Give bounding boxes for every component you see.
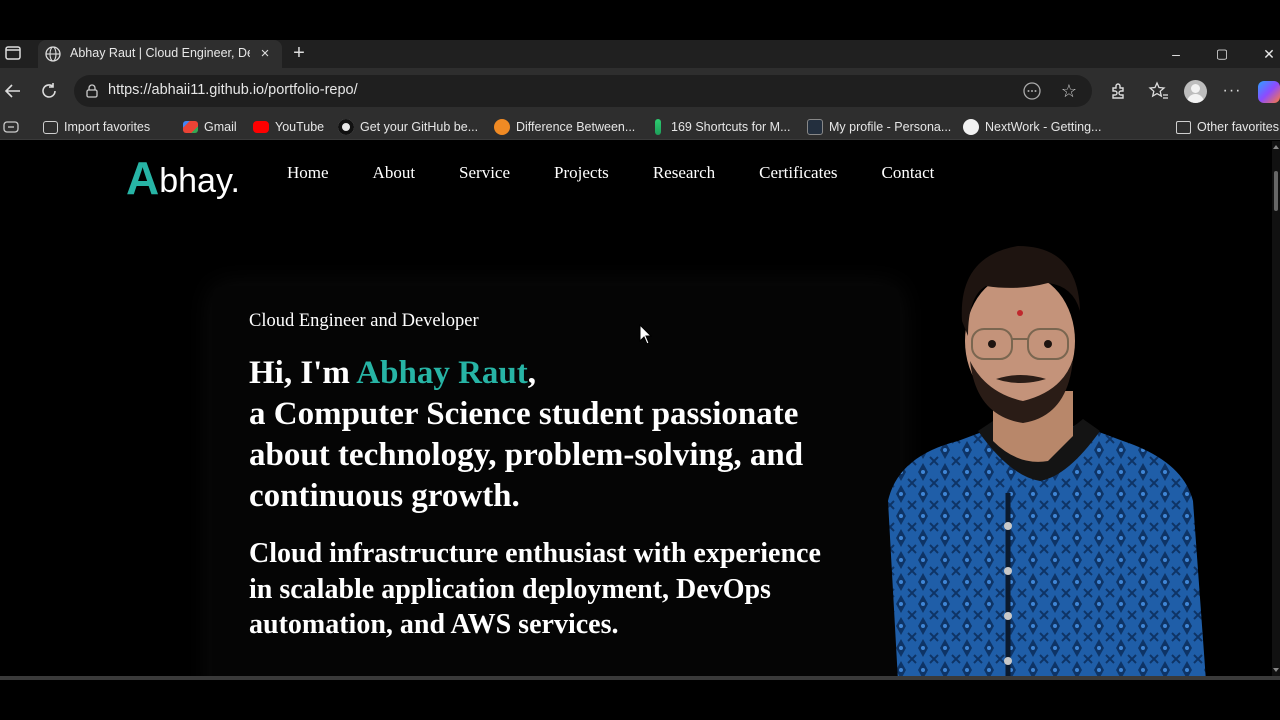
headline-rest: a Computer Science student passionate ab… xyxy=(249,396,804,514)
nav-research[interactable]: Research xyxy=(653,163,715,183)
profile-avatar[interactable] xyxy=(1184,80,1207,103)
bookmark-github[interactable]: Get your GitHub be... xyxy=(338,118,478,136)
web-page: Abhay. Home About Service Projects Resea… xyxy=(0,141,1272,676)
page-scrollbar[interactable] xyxy=(1272,141,1280,676)
bookmark-shortcuts[interactable]: 169 Shortcuts for M... xyxy=(651,118,791,136)
bookmark-label: Difference Between... xyxy=(516,120,636,134)
site-info-icon[interactable] xyxy=(84,83,100,99)
minimize-button[interactable]: – xyxy=(1166,44,1186,64)
window-bottom-edge xyxy=(0,676,1280,680)
profile-photo xyxy=(888,246,1206,676)
browser-toolbar: https://abhaii11.github.io/portfolio-rep… xyxy=(0,68,1280,114)
greeting-comma: , xyxy=(527,355,536,391)
bookmark-label: Import favorites xyxy=(64,120,151,134)
aws-icon xyxy=(807,119,823,135)
browser-tab[interactable]: Abhay Raut | Cloud Engineer, Dev × xyxy=(38,40,282,68)
gmail-icon xyxy=(183,121,198,133)
owl-icon xyxy=(494,119,510,135)
folder-icon xyxy=(1176,120,1191,134)
nav-service[interactable]: Service xyxy=(459,163,510,183)
main-nav: Home About Service Projects Research Cer… xyxy=(287,163,978,183)
nav-certificates[interactable]: Certificates xyxy=(759,163,837,183)
bookmark-other-favorites[interactable]: Other favorites xyxy=(1176,118,1279,136)
bookmark-aws-profile[interactable]: My profile - Persona... xyxy=(807,118,951,136)
close-tab-icon[interactable]: × xyxy=(256,45,274,63)
bookmark-gmail[interactable]: Gmail xyxy=(183,118,237,136)
bookmark-youtube[interactable]: YouTube xyxy=(253,118,324,136)
bookmark-label: 169 Shortcuts for M... xyxy=(671,120,791,134)
github-icon xyxy=(338,119,354,135)
bookmark-import-favorites[interactable]: Import favorites xyxy=(43,118,150,136)
hero-headline: Hi, I'm Abhay Raut, a Computer Science s… xyxy=(249,353,869,517)
import-icon xyxy=(43,120,58,134)
site-logo[interactable]: Abhay. xyxy=(126,151,240,201)
hero-description: Cloud infrastructure enthusiast with exp… xyxy=(249,538,821,640)
scroll-down-icon[interactable] xyxy=(1273,668,1279,672)
bookmark-nextwork[interactable]: NextWork - Getting... xyxy=(963,118,1101,136)
more-icon[interactable]: ··· xyxy=(1221,80,1243,102)
sidebar-toggle-icon[interactable] xyxy=(3,120,19,134)
url-text[interactable]: https://abhaii11.github.io/portfolio-rep… xyxy=(108,82,358,98)
bookmark-label: Other favorites xyxy=(1197,120,1279,134)
read-aloud-icon[interactable] xyxy=(1022,81,1042,101)
youtube-icon xyxy=(253,121,269,133)
scroll-up-icon[interactable] xyxy=(1273,145,1279,149)
extensions-icon[interactable] xyxy=(1107,80,1129,102)
scrollbar-thumb[interactable] xyxy=(1274,171,1278,211)
bookmark-difference[interactable]: Difference Between... xyxy=(494,118,635,136)
refresh-icon[interactable] xyxy=(38,80,60,102)
favorite-star-icon[interactable]: ☆ xyxy=(1058,80,1080,102)
close-window-button[interactable]: ✕ xyxy=(1259,44,1279,64)
bookmark-label: YouTube xyxy=(275,120,325,134)
back-icon[interactable] xyxy=(2,80,24,102)
copilot-icon[interactable] xyxy=(1258,81,1280,103)
bookmark-label: Gmail xyxy=(204,120,237,134)
hero-subtitle: Cloud Engineer and Developer xyxy=(249,311,479,331)
tab-actions-icon[interactable] xyxy=(4,44,22,62)
address-bar[interactable]: https://abhaii11.github.io/portfolio-rep… xyxy=(74,75,1092,107)
greeting-text: Hi, I'm xyxy=(249,355,357,391)
bolt-icon xyxy=(655,119,661,135)
nav-about[interactable]: About xyxy=(373,163,416,183)
nav-projects[interactable]: Projects xyxy=(554,163,609,183)
bookmark-label: Get your GitHub be... xyxy=(360,120,479,134)
bookmark-label: NextWork - Getting... xyxy=(985,120,1102,134)
logo-text: bhay. xyxy=(159,162,240,200)
tab-title: Abhay Raut | Cloud Engineer, Dev xyxy=(70,46,250,60)
nextwork-icon xyxy=(963,119,979,135)
globe-icon xyxy=(45,46,61,62)
new-tab-button[interactable]: + xyxy=(288,42,310,64)
nav-contact[interactable]: Contact xyxy=(881,163,934,183)
nav-home[interactable]: Home xyxy=(287,163,329,183)
mouse-cursor-icon xyxy=(639,324,653,345)
hero-name: Abhay Raut xyxy=(356,355,528,391)
logo-letter: A xyxy=(126,152,160,204)
favorites-bar: Import favorites Gmail YouTube Get your … xyxy=(0,114,1280,140)
favorites-icon[interactable] xyxy=(1148,80,1170,102)
bookmark-label: My profile - Persona... xyxy=(829,120,952,134)
tab-bar: Abhay Raut | Cloud Engineer, Dev × + – ▢… xyxy=(0,40,1280,68)
maximize-button[interactable]: ▢ xyxy=(1212,44,1232,64)
